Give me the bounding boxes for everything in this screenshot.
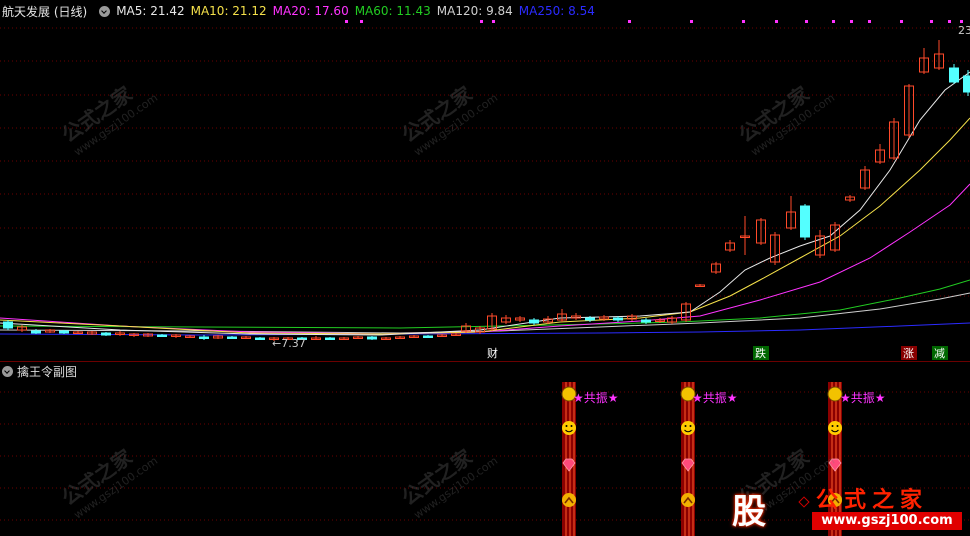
signal-dot xyxy=(948,20,951,23)
event-marker-jian[interactable]: 减 xyxy=(932,346,948,360)
signal-dot xyxy=(900,20,903,23)
svg-text:跌: 跌 xyxy=(755,346,766,360)
candle-body xyxy=(3,321,13,329)
moving-average-line xyxy=(0,279,970,329)
signal-label: ★共振★ xyxy=(840,391,886,405)
smiley-icon xyxy=(828,421,842,435)
signal-dot xyxy=(832,20,835,23)
signal-dot xyxy=(690,20,693,23)
logo-ornament xyxy=(798,496,810,508)
price-low-label: ←7.37 xyxy=(272,337,306,350)
site-logo: 股 公式之家 www.gszj100.com xyxy=(728,478,970,536)
candle-body xyxy=(529,319,539,324)
candle-body xyxy=(800,205,810,238)
signal-dot xyxy=(345,20,348,23)
signal-dot xyxy=(742,20,745,23)
chevron-up-icon xyxy=(681,493,695,507)
candle-body xyxy=(255,337,265,340)
candle-body xyxy=(325,337,335,340)
smiley-eye xyxy=(689,425,692,427)
moving-average-line xyxy=(0,117,970,335)
event-marker-cai[interactable]: 财 xyxy=(485,346,501,360)
event-marker-zhang[interactable]: 涨 xyxy=(901,346,917,360)
smiley-eye xyxy=(831,425,834,427)
candle-body xyxy=(949,67,959,83)
signal-dot xyxy=(628,20,631,23)
logo-url: www.gszj100.com xyxy=(812,512,962,530)
smiley-icon xyxy=(681,421,695,435)
candle-body xyxy=(199,336,209,339)
event-marker-die[interactable]: 跌 xyxy=(753,346,769,360)
logo-name: 公式之家 xyxy=(816,488,929,513)
candle-body xyxy=(157,334,167,337)
candle-body xyxy=(31,330,41,334)
main-kline-chart[interactable]: 23 ←7.37 财 跌 涨 减 xyxy=(0,0,970,361)
candle-body xyxy=(613,317,623,321)
candle-body xyxy=(59,330,69,334)
smiley-eye xyxy=(836,425,839,427)
signal-dot xyxy=(850,20,853,23)
signal-label: ★共振★ xyxy=(692,391,738,405)
smiley-eye xyxy=(570,425,573,427)
signal-dot xyxy=(480,20,483,23)
signal-dot xyxy=(360,20,363,23)
signal-label: ★共振★ xyxy=(573,391,619,405)
candle-body xyxy=(641,319,651,323)
chevron-up-icon xyxy=(562,493,576,507)
signal-dot xyxy=(775,20,778,23)
candle-body xyxy=(101,332,111,336)
signal-dot xyxy=(960,20,963,23)
svg-text:减: 减 xyxy=(934,347,945,360)
smiley-eye xyxy=(565,425,568,427)
signal-dot xyxy=(805,20,808,23)
smiley-eye xyxy=(684,425,687,427)
smiley-icon xyxy=(562,421,576,435)
signal-dot xyxy=(930,20,933,23)
logo-gu-glyph: 股 xyxy=(732,492,766,532)
signal-dot xyxy=(868,20,871,23)
candle-body xyxy=(585,317,595,321)
signal-column xyxy=(561,382,577,536)
candle-body xyxy=(227,336,237,339)
signal-column xyxy=(680,382,696,536)
candle-body xyxy=(367,336,377,340)
price-high-label: 23 xyxy=(958,24,970,37)
signal-dot xyxy=(492,20,495,23)
svg-text:涨: 涨 xyxy=(903,347,914,360)
svg-text:财: 财 xyxy=(487,346,498,360)
candle-body xyxy=(963,75,970,93)
candle-body xyxy=(423,335,433,338)
